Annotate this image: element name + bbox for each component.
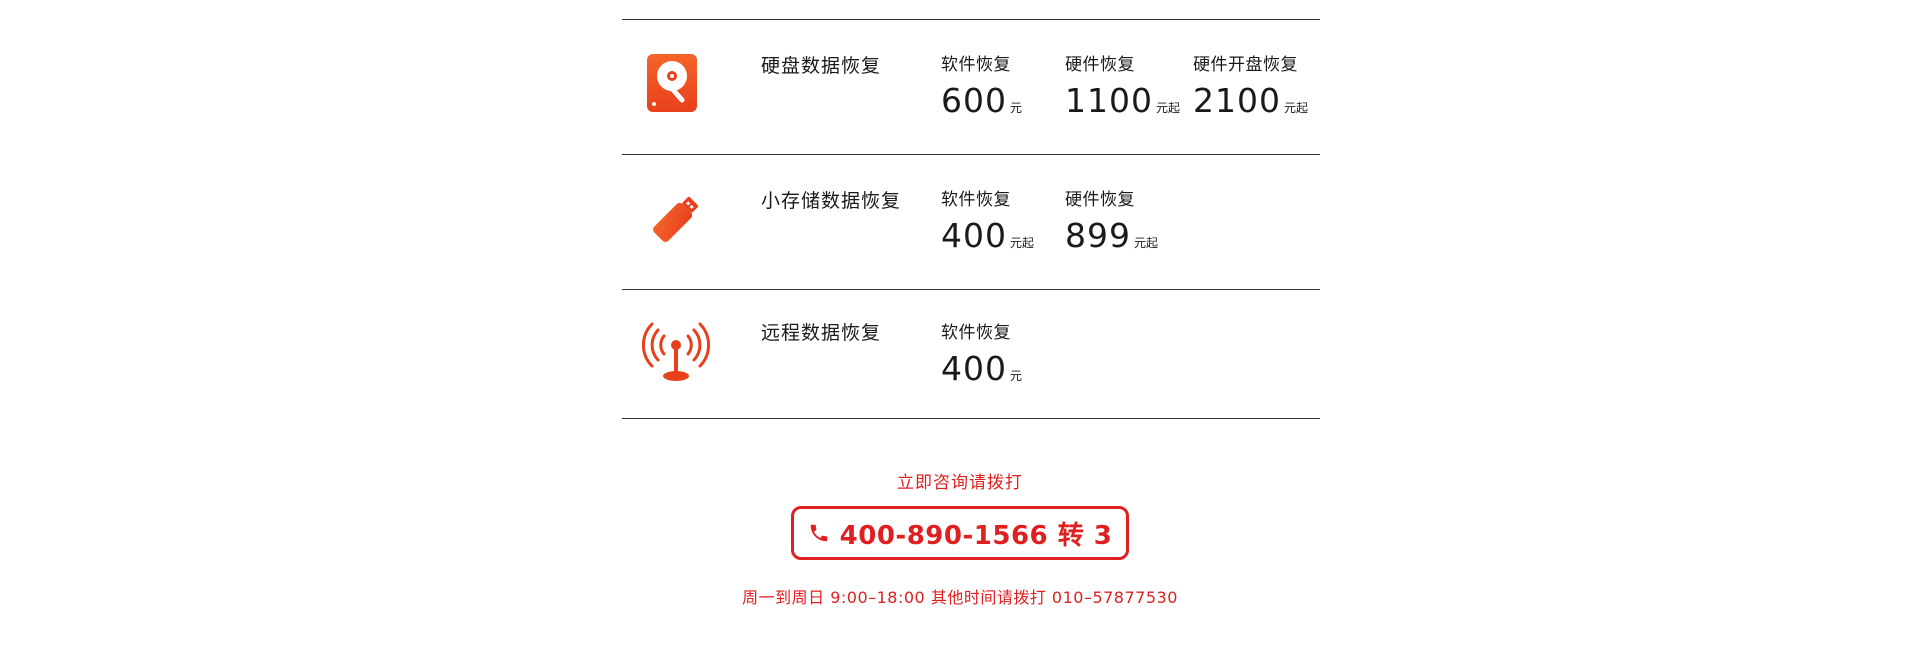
price-unit: 元起: [1283, 101, 1308, 115]
price-table: 硬盘数据恢复 软件恢复 600 元 硬件恢复 1100 元起 硬件开盘恢复 2100…: [622, 19, 1320, 419]
price-software-recovery: 软件恢复 400 元: [941, 318, 1022, 388]
price-value: 400: [941, 216, 1007, 255]
price-unit: 元起: [1010, 236, 1035, 250]
price-label: 软件恢复: [941, 55, 1011, 75]
price-value: 600: [941, 81, 1007, 120]
price-unit: 元: [1010, 369, 1023, 383]
contact-prompt: 立即咨询请拨打: [897, 473, 1023, 493]
price-value: 2100: [1193, 81, 1281, 120]
price-label: 硬件恢复: [1065, 190, 1135, 210]
price-value: 1100: [1065, 81, 1153, 120]
antenna-icon: [642, 322, 710, 381]
service-row-hard-disk: 硬盘数据恢复 软件恢复 600 元 硬件恢复 1100 元起 硬件开盘恢复 2100…: [622, 19, 1320, 154]
usb-drive-icon: [653, 196, 699, 242]
service-row-remote: 远程数据恢复 软件恢复 400 元: [622, 289, 1320, 419]
contact-hours: 周一到周日 9:00–18:00 其他时间请拨打 010–57877530: [742, 588, 1178, 607]
price-value: 899: [1065, 216, 1131, 255]
hard-disk-icon: [647, 54, 697, 112]
price-hardware-recovery: 硬件恢复 899 元起: [1065, 185, 1158, 255]
price-label: 硬件开盘恢复: [1193, 55, 1298, 75]
service-title: 小存储数据恢复: [761, 190, 902, 212]
hotline-number: 400-890-1566 转 3: [839, 520, 1113, 551]
service-row-small-storage: 小存储数据恢复 软件恢复 400 元起 硬件恢复 899 元起: [622, 154, 1320, 289]
price-hardware-recovery: 硬件恢复 1100 元起: [1065, 50, 1180, 120]
price-label: 软件恢复: [941, 190, 1011, 210]
price-software-recovery: 软件恢复 400 元起: [941, 185, 1034, 255]
hotline-wrap: 400-890-1566 转 3: [0, 506, 1920, 560]
price-unit: 元: [1010, 101, 1023, 115]
service-title: 远程数据恢复: [761, 322, 882, 344]
price-label: 软件恢复: [941, 323, 1011, 343]
price-value: 400: [941, 349, 1007, 388]
price-software-recovery: 软件恢复 600 元: [941, 50, 1022, 120]
price-unit: 元起: [1134, 236, 1159, 250]
hotline-button[interactable]: 400-890-1566 转 3: [790, 506, 1130, 560]
service-title: 硬盘数据恢复: [761, 55, 882, 77]
price-unit: 元起: [1155, 101, 1180, 115]
phone-icon: [810, 524, 827, 542]
price-label: 硬件恢复: [1065, 55, 1135, 75]
price-hardware-open-disk-recovery: 硬件开盘恢复 2100 元起: [1193, 50, 1308, 120]
